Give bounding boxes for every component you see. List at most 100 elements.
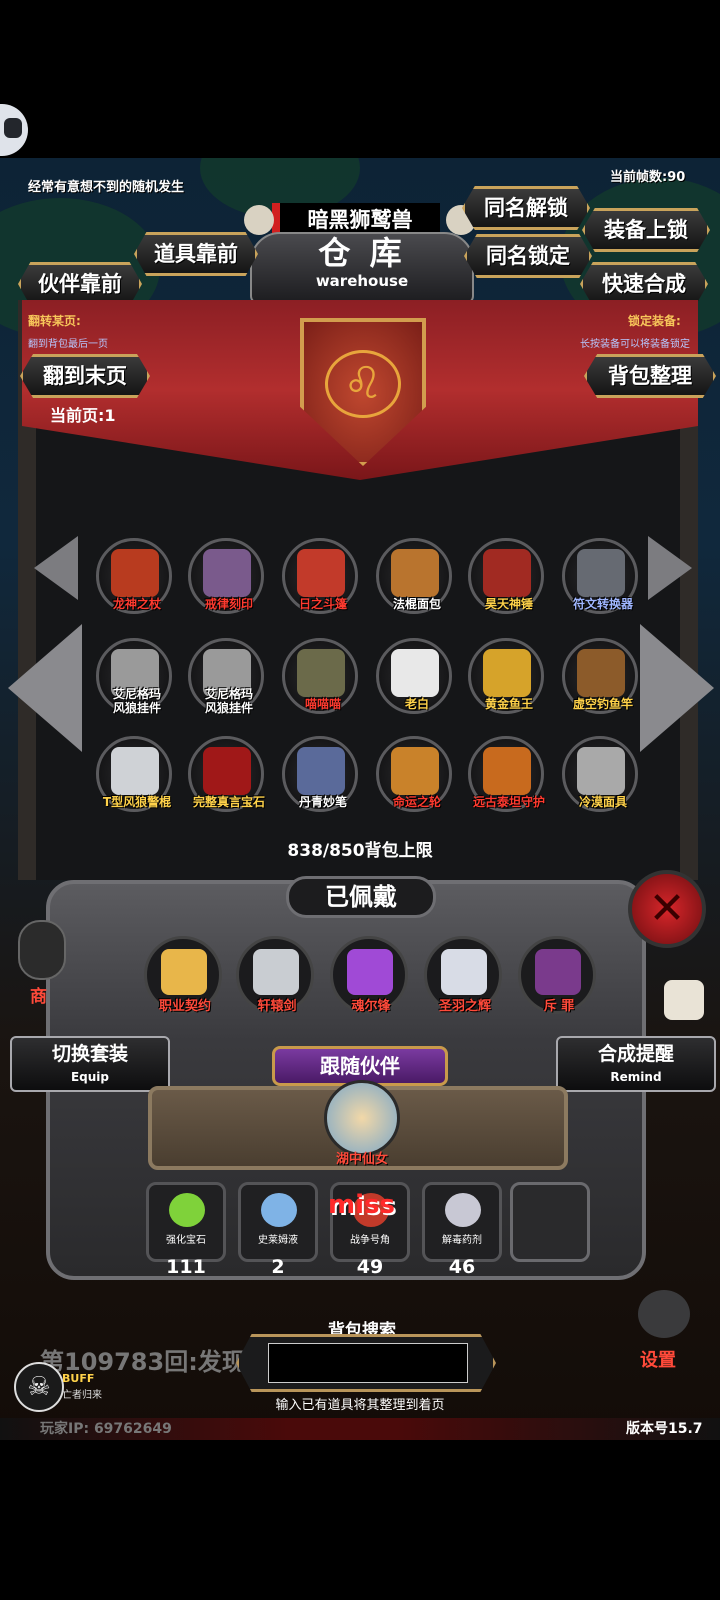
item-slot[interactable]: 昊天神锤	[468, 538, 544, 614]
skull-icon	[244, 205, 274, 235]
flip-page-label: 翻转某页:	[28, 314, 81, 328]
item-icon	[111, 549, 159, 597]
equipped-slot[interactable]: 圣羽之辉	[424, 936, 502, 1014]
item-name: 冷漠面具	[578, 795, 627, 809]
item-name: 艾尼格玛 风狼挂件	[112, 687, 161, 715]
consumable-count: 2	[271, 1256, 285, 1278]
item-name: 完整真言宝石	[192, 795, 265, 809]
item-front-button[interactable]: 道具靠前	[134, 232, 258, 276]
item-slot[interactable]: 老白	[376, 638, 452, 714]
merge-remind-sub: Remind	[610, 1070, 662, 1084]
search-input[interactable]	[268, 1343, 468, 1383]
item-icon	[203, 747, 251, 795]
consumable-name: 战争号角	[350, 1235, 390, 1246]
item-icon	[577, 649, 625, 697]
close-button[interactable]: ✕	[628, 870, 706, 948]
same-name-unlock-button[interactable]: 同名解锁	[462, 186, 590, 230]
consumable-icon	[169, 1193, 205, 1227]
equipped-title: 已佩戴	[325, 883, 397, 911]
lock-equip-desc: 长按装备可以将装备锁定	[580, 339, 690, 350]
item-icon	[483, 747, 531, 795]
search-hint: 输入已有道具将其整理到着页	[275, 1398, 445, 1413]
sort-bag-button[interactable]: 背包整理	[584, 354, 716, 398]
current-page: 当前页:1	[50, 406, 116, 425]
item-slot[interactable]: 日之斗篷	[282, 538, 358, 614]
close-icon: ✕	[648, 883, 686, 934]
item-name: 命运之轮	[392, 795, 441, 809]
item-slot[interactable]: 艾尼格玛 风狼挂件	[188, 638, 264, 715]
item-slot[interactable]: 黄金鱼王	[468, 638, 544, 714]
item-name: 虚空钓鱼竿	[572, 697, 633, 711]
equipped-slot[interactable]: 魂尔锋	[330, 936, 408, 1014]
equipped-slot[interactable]: 职业契约	[144, 936, 222, 1014]
item-icon	[203, 549, 251, 597]
equipped-slot[interactable]: 轩辕剑	[236, 936, 314, 1014]
warehouse-title: 仓 库	[318, 234, 406, 272]
item-name: 日之斗篷	[298, 597, 347, 611]
miss-text: miss	[328, 1190, 395, 1220]
version: 版本号15.7	[626, 1421, 703, 1437]
equipped-item-name: 斥 罪	[543, 999, 575, 1014]
item-slot[interactable]: 喵喵喵	[282, 638, 358, 714]
empty-slot[interactable]	[510, 1182, 590, 1262]
floating-bubble-icon[interactable]	[0, 104, 28, 156]
item-icon	[391, 649, 439, 697]
item-icon	[391, 549, 439, 597]
equipped-item-name: 职业契约	[158, 999, 211, 1014]
item-name: 戒律刻印	[204, 597, 253, 611]
switch-set-button[interactable]: 切换套装 Equip	[10, 1036, 170, 1092]
item-slot[interactable]: 命运之轮	[376, 736, 452, 812]
item-slot[interactable]: 符文转换器	[562, 538, 638, 614]
shop-label: 商	[30, 987, 47, 1007]
item-slot[interactable]: 丹青妙笔	[282, 736, 358, 812]
item-slot[interactable]: 戒律刻印	[188, 538, 264, 614]
lock-equip-label: 锁定装备:	[628, 314, 681, 328]
item-slot[interactable]: T型风狼警棍	[96, 736, 172, 812]
last-page-button[interactable]: 翻到末页	[20, 354, 150, 398]
item-slot[interactable]: 法棍面包	[376, 538, 452, 614]
consumable-slot[interactable]: 强化宝石	[146, 1182, 226, 1262]
partner-name: 湖中仙女	[335, 1152, 388, 1167]
item-name: 符文转换器	[572, 597, 633, 611]
partner-avatar[interactable]	[324, 1080, 400, 1156]
equipped-item-icon	[441, 949, 487, 995]
consumable-slot[interactable]: 史莱姆液	[238, 1182, 318, 1262]
item-icon	[297, 649, 345, 697]
merge-remind-button[interactable]: 合成提醒 Remind	[556, 1036, 716, 1092]
equipped-title-plate: 已佩戴	[286, 876, 436, 918]
consumable-slot[interactable]: 解毒药剂	[422, 1182, 502, 1262]
merge-remind-label: 合成提醒	[597, 1043, 674, 1065]
consumable-name: 史莱姆液	[258, 1235, 298, 1246]
settings-icon[interactable]	[638, 1290, 690, 1338]
item-slot[interactable]: 龙神之杖	[96, 538, 172, 614]
item-icon	[577, 549, 625, 597]
shop-icon[interactable]	[18, 920, 66, 980]
equipped-slot[interactable]: 斥 罪	[518, 936, 596, 1014]
switch-set-label: 切换套装	[51, 1043, 128, 1065]
consumable-name: 强化宝石	[166, 1235, 206, 1246]
item-slot[interactable]: 艾尼格玛 风狼挂件	[96, 638, 172, 715]
equipped-item-name: 圣羽之辉	[438, 999, 491, 1014]
next-page-small-arrow-icon[interactable]	[648, 536, 692, 600]
equip-lock-button[interactable]: 装备上锁	[582, 208, 710, 252]
prev-page-small-arrow-icon[interactable]	[34, 536, 78, 600]
consumable-icon	[445, 1193, 481, 1227]
prev-page-arrow-icon[interactable]	[8, 624, 82, 752]
item-icon	[111, 747, 159, 795]
item-name: 黄金鱼王	[484, 697, 533, 711]
item-name: 喵喵喵	[304, 697, 341, 711]
item-slot[interactable]: 冷漠面具	[562, 736, 638, 812]
next-page-arrow-icon[interactable]	[640, 624, 714, 752]
item-slot[interactable]: 完整真言宝石	[188, 736, 265, 812]
item-name: 老白	[404, 697, 429, 711]
equipped-item-icon	[161, 949, 207, 995]
consumable-count: 49	[356, 1256, 384, 1278]
item-name: 龙神之杖	[112, 597, 161, 611]
equipped-item-icon	[253, 949, 299, 995]
item-slot[interactable]: 虚空钓鱼竿	[562, 638, 638, 714]
dice-icon[interactable]	[664, 980, 704, 1020]
same-name-lock-button[interactable]: 同名锁定	[464, 234, 592, 278]
item-slot[interactable]: 远古泰坦守护	[468, 736, 545, 812]
item-icon	[297, 747, 345, 795]
switch-set-sub: Equip	[70, 1070, 110, 1084]
